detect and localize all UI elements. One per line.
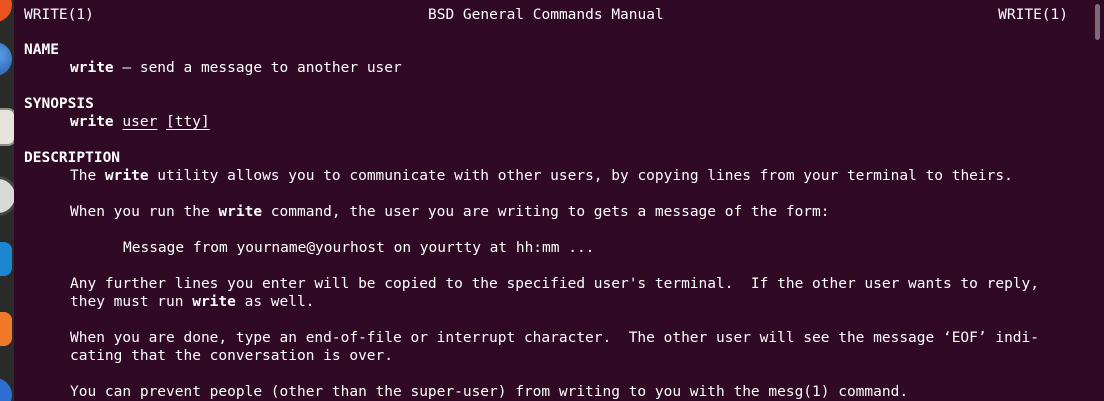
synopsis-cmd: write <box>70 114 114 130</box>
p2-text-pre: When you run the <box>70 204 219 220</box>
synopsis-arg-tty: tty <box>174 114 201 130</box>
p4-cmd: write <box>192 294 236 310</box>
man-header: WRITE(1) BSD General Commands Manual WRI… <box>24 6 1068 24</box>
section-name-heading: NAME <box>24 42 59 58</box>
section-synopsis-heading: SYNOPSIS <box>24 96 94 112</box>
description-paragraph-2: When you run the write command, the user… <box>70 203 830 221</box>
name-line: write – send a message to another user <box>70 59 402 77</box>
man-page-content[interactable]: WRITE(1) BSD General Commands Manual WRI… <box>24 6 1090 401</box>
p2-cmd: write <box>218 204 263 220</box>
p4-text-pre: they must run <box>70 294 193 310</box>
p4-text-post: as well. <box>235 294 315 310</box>
help-icon[interactable] <box>0 378 12 401</box>
p1-cmd: write <box>104 168 149 184</box>
p1-text-pre: The <box>70 168 105 184</box>
description-paragraph-5-line-2: cating that the conversation is over. <box>70 348 394 364</box>
synopsis-arg-tty-close: ] <box>200 114 210 130</box>
name-cmd: write <box>70 60 114 76</box>
message-example: Message from yourname@yourhost on yourtt… <box>123 240 595 256</box>
man-header-left: WRITE(1) <box>24 7 94 23</box>
p2-text-post: command, the user you are writing to get… <box>262 204 830 220</box>
synopsis-arg-user: user <box>122 114 158 130</box>
description-paragraph-4-line-1: Any further lines you enter will be copi… <box>70 276 1040 292</box>
scrollbar-thumb[interactable] <box>1095 4 1100 40</box>
synopsis-arg-tty-open: [ <box>166 114 175 130</box>
description-paragraph-4-line-2: they must run write as well. <box>70 293 314 311</box>
synopsis-line: write user [tty] <box>70 113 210 131</box>
browser-icon[interactable] <box>0 42 12 76</box>
document-icon[interactable] <box>0 242 12 276</box>
section-description-heading: DESCRIPTION <box>24 150 121 166</box>
description-paragraph-6: You can prevent people (other than the s… <box>70 384 909 400</box>
p1-text-post: utility allows you to communicate with o… <box>148 168 1013 184</box>
terminal-window: WRITE(1) BSD General Commands Manual WRI… <box>0 0 1104 401</box>
app-launcher-icon[interactable] <box>0 0 12 22</box>
software-center-icon[interactable] <box>0 312 12 346</box>
disk-icon[interactable] <box>0 176 14 216</box>
files-icon[interactable] <box>0 108 14 146</box>
description-paragraph-5-line-1: When you are done, type an end-of-file o… <box>70 330 1040 346</box>
vertical-scrollbar[interactable] <box>1094 4 1100 397</box>
man-header-title: BSD General Commands Manual <box>428 7 664 23</box>
name-desc: – send a message to another user <box>113 60 402 76</box>
application-dock <box>0 0 14 401</box>
description-paragraph-1: The write utility allows you to communic… <box>70 167 1013 185</box>
man-header-right: WRITE(1) <box>998 7 1068 23</box>
